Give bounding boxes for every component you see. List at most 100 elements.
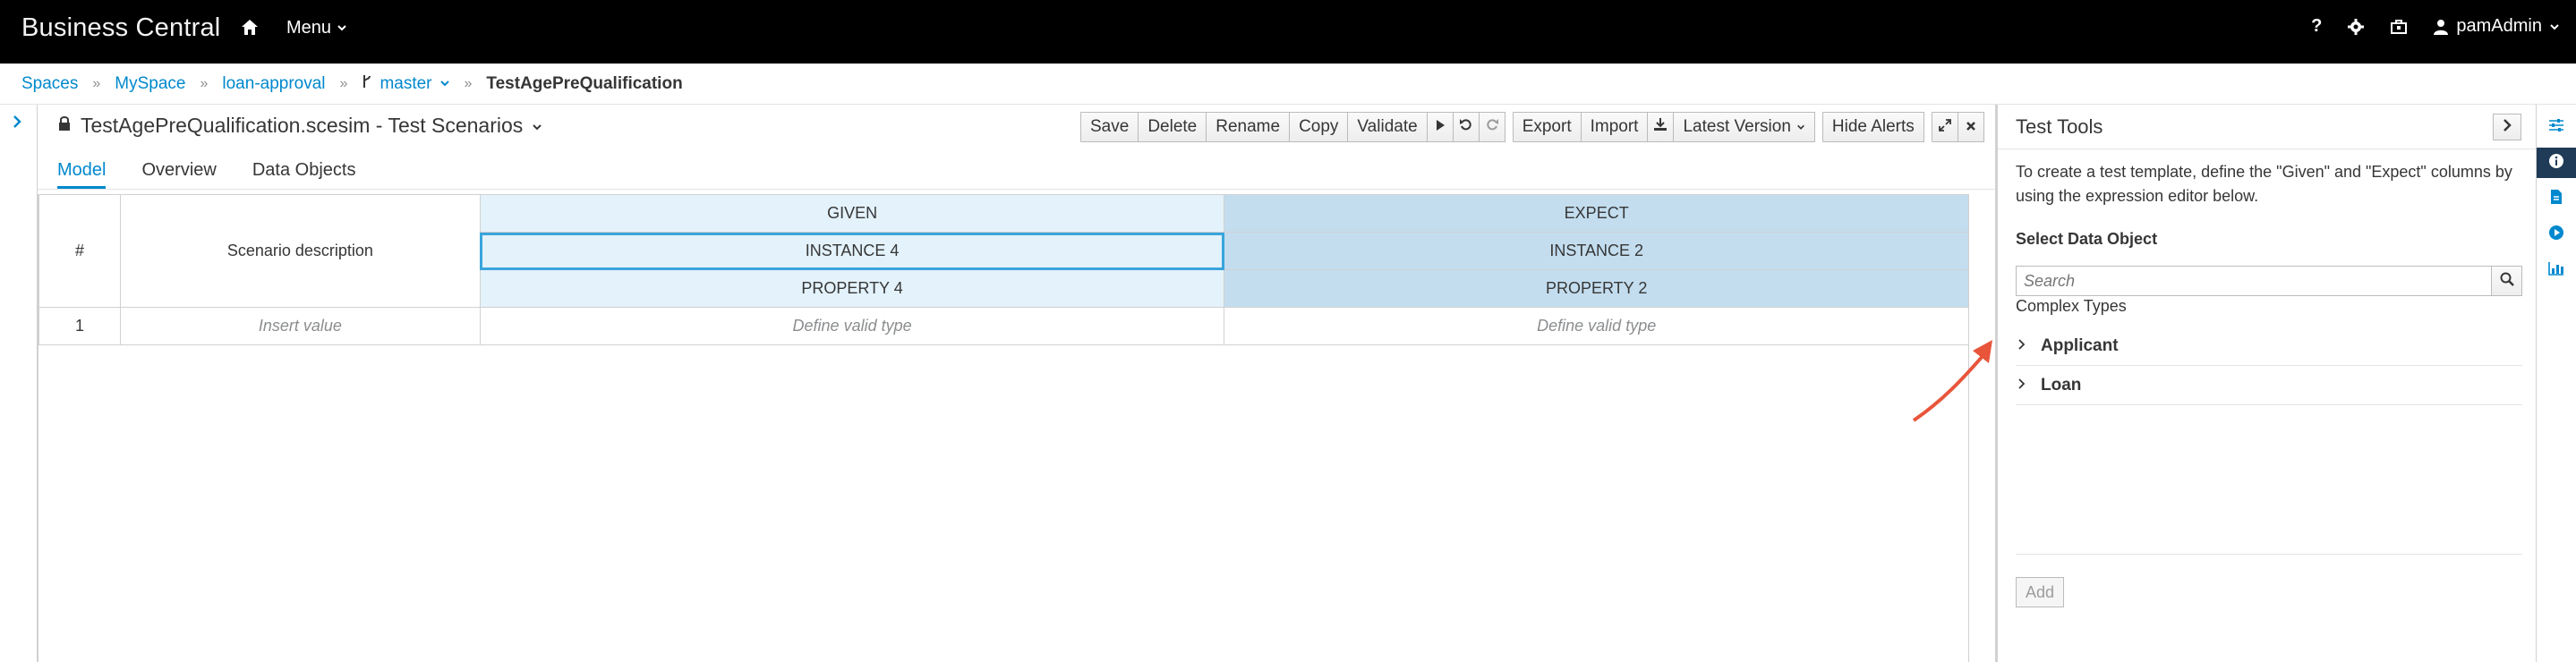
test-tools-header: Test Tools <box>1998 105 2536 149</box>
data-object-search <box>2016 266 2522 296</box>
row-given-cell[interactable]: Define valid type <box>479 307 1225 345</box>
row-number-cell[interactable]: 1 <box>38 307 121 345</box>
chevron-down-icon <box>1796 117 1805 137</box>
breadcrumb-spaces[interactable]: Spaces <box>21 74 78 94</box>
chart-icon <box>2548 261 2564 280</box>
close-icon <box>1966 117 1976 137</box>
header-expect-instance[interactable]: INSTANCE 2 <box>1224 232 1969 270</box>
breadcrumb: Spaces » MySpace » loan-approval » maste… <box>0 64 2576 105</box>
home-icon[interactable] <box>240 18 263 41</box>
brand-title[interactable]: Business Central <box>21 13 220 43</box>
editor-title: TestAgePreQualification.scesim - Test Sc… <box>81 114 524 137</box>
help-button[interactable]: ? <box>2311 16 2322 37</box>
header-given-property[interactable]: PROPERTY 4 <box>479 269 1225 308</box>
header-expect[interactable]: EXPECT <box>1224 194 1969 233</box>
header-given-instance[interactable]: INSTANCE 4 <box>479 232 1225 270</box>
redo-button[interactable] <box>1478 112 1506 142</box>
export-button[interactable]: Export <box>1512 112 1582 142</box>
user-name: pamAdmin <box>2456 16 2542 36</box>
sliders-icon <box>2548 118 2564 137</box>
latest-version-dropdown[interactable]: Latest Version <box>1673 112 1815 142</box>
redo-icon <box>1485 117 1499 137</box>
tree-item-loan[interactable]: Loan <box>2016 366 2522 405</box>
row-description-cell[interactable]: Insert value <box>119 307 481 345</box>
delete-button[interactable]: Delete <box>1138 112 1207 142</box>
breadcrumb-myspace[interactable]: MySpace <box>115 74 185 94</box>
user-menu[interactable]: pamAdmin <box>2433 16 2560 37</box>
annotation-arrow-icon <box>1912 340 1992 422</box>
collapse-panel-button[interactable] <box>2493 114 2521 140</box>
briefcase-icon[interactable] <box>2390 18 2408 36</box>
chevron-down-icon <box>532 114 542 138</box>
right-icon-rail <box>2536 105 2576 662</box>
top-navbar: Business Central Menu ? pamAdmin <box>0 0 2576 64</box>
run-scenario-button[interactable] <box>1426 112 1454 142</box>
document-icon <box>2549 189 2563 209</box>
menu-label: Menu <box>286 18 332 38</box>
tab-model[interactable]: Model <box>57 149 107 189</box>
lock-icon <box>57 114 72 138</box>
maximize-button[interactable] <box>1931 112 1958 142</box>
download-icon <box>1653 117 1668 137</box>
breadcrumb-separator: » <box>92 75 101 91</box>
run-icon <box>2548 225 2564 245</box>
validate-button[interactable]: Validate <box>1347 112 1428 142</box>
chevron-right-icon[interactable] <box>11 114 23 134</box>
save-button[interactable]: Save <box>1080 112 1139 142</box>
rail-run-button[interactable] <box>2537 219 2576 250</box>
chevron-right-icon <box>2017 336 2026 356</box>
select-data-object-label: Select Data Object <box>2016 230 2158 248</box>
header-expect-property[interactable]: PROPERTY 2 <box>1224 269 1969 308</box>
breadcrumb-project[interactable]: loan-approval <box>222 74 325 94</box>
hide-alerts-button[interactable]: Hide Alerts <box>1821 112 1924 142</box>
breadcrumb-separator: » <box>339 75 348 91</box>
breadcrumb-current: TestAgePreQualification <box>486 73 683 93</box>
tab-overview[interactable]: Overview <box>141 149 216 189</box>
tree-item-label: Applicant <box>2041 335 2119 355</box>
editor-panel: TestAgePreQualification.scesim - Test Sc… <box>38 105 1995 662</box>
menu-dropdown[interactable]: Menu <box>286 18 347 38</box>
import-button[interactable]: Import <box>1580 112 1649 142</box>
table-row: 1 Insert value Define valid type Define … <box>38 307 1969 345</box>
left-collapsed-rail <box>0 105 38 662</box>
test-tools-title: Test Tools <box>2016 115 2103 138</box>
test-tools-panel: Test Tools To create a test template, de… <box>1995 105 2536 662</box>
undo-icon <box>1459 117 1473 137</box>
download-button[interactable] <box>1647 112 1675 142</box>
breadcrumb-separator: » <box>464 75 473 91</box>
copy-button[interactable]: Copy <box>1289 112 1349 142</box>
search-button[interactable] <box>2492 266 2522 296</box>
user-icon <box>2433 19 2449 35</box>
close-editor-button[interactable] <box>1957 112 1984 142</box>
chevron-down-icon <box>337 18 347 38</box>
branch-icon <box>362 73 372 95</box>
rail-coverage-button[interactable] <box>2537 255 2576 285</box>
branch-selector[interactable]: master <box>362 73 449 95</box>
branch-label: master <box>380 73 432 93</box>
expand-icon <box>1938 117 1951 137</box>
rail-test-tools-button[interactable] <box>2537 148 2576 178</box>
editor-title-dropdown[interactable]: TestAgePreQualification.scesim - Test Sc… <box>57 114 542 138</box>
complex-types-label: Complex Types <box>2016 297 2127 315</box>
rail-documentation-button[interactable] <box>2537 183 2576 214</box>
gear-icon[interactable] <box>2347 18 2365 36</box>
row-expect-cell[interactable]: Define valid type <box>1224 307 1969 345</box>
add-button[interactable]: Add <box>2016 577 2065 607</box>
scenario-table: # Scenario description GIVEN EXPECT INST… <box>38 194 1969 345</box>
chevron-right-icon <box>2017 376 2026 395</box>
latest-version-label: Latest Version <box>1683 117 1791 136</box>
search-input[interactable] <box>2016 266 2493 296</box>
header-given[interactable]: GIVEN <box>479 194 1225 233</box>
info-icon <box>2548 153 2564 174</box>
undo-button[interactable] <box>1452 112 1480 142</box>
chevron-down-icon <box>2549 21 2560 32</box>
rail-settings-button[interactable] <box>2537 112 2576 142</box>
header-scenario-description[interactable]: Scenario description <box>119 194 481 308</box>
tree-item-applicant[interactable]: Applicant <box>2016 327 2522 366</box>
tab-data-objects[interactable]: Data Objects <box>252 149 356 189</box>
search-icon <box>2500 272 2514 291</box>
test-tools-description: To create a test template, define the "G… <box>2016 163 2512 205</box>
play-icon <box>1435 117 1446 137</box>
header-number[interactable]: # <box>38 194 121 308</box>
rename-button[interactable]: Rename <box>1206 112 1291 142</box>
